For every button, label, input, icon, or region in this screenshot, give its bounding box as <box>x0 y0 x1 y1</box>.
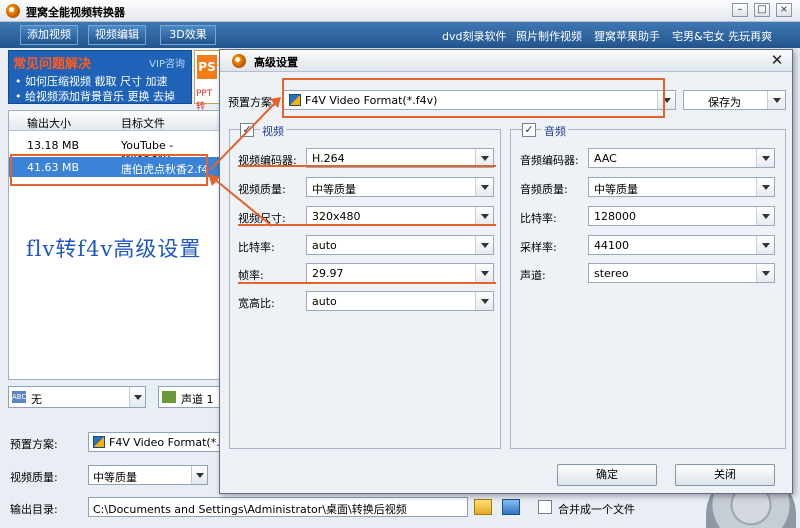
annotation-arrowhead-left <box>208 174 220 186</box>
annotation-arrows <box>208 97 281 227</box>
annotation-arrow-up <box>209 101 277 171</box>
annotation-arrow-left <box>212 177 273 227</box>
